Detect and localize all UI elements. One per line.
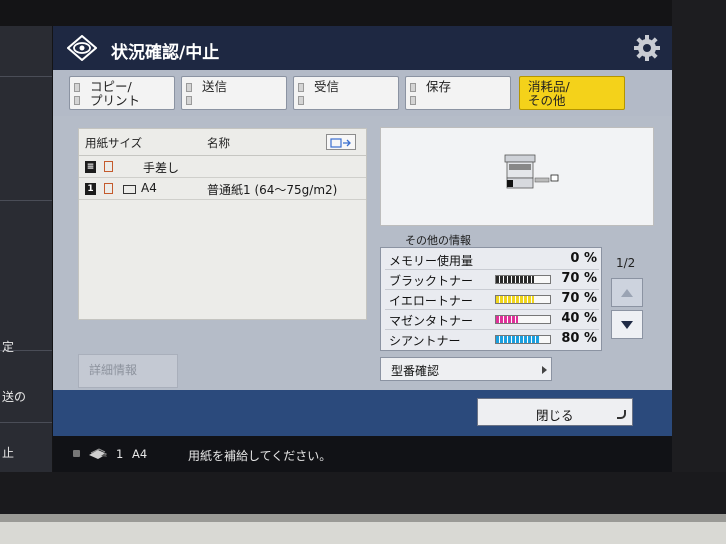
left-panel-text: 定: [2, 340, 15, 354]
list-item: メモリー使用量 0 %: [385, 250, 599, 270]
printer-preview: [380, 127, 654, 226]
arrow-down-icon: [621, 321, 633, 329]
status-paper-size: A4: [132, 447, 148, 461]
chevron-right-icon: [542, 366, 547, 374]
left-panel-text: 送の: [2, 390, 27, 404]
status-message: 用紙を補給してください。: [188, 449, 332, 463]
status-bar: 1 A4 用紙を補給してください。: [53, 436, 672, 472]
paper-list-header: 用紙サイズ 名称: [79, 129, 366, 156]
list-item: シアントナー 80 %: [385, 330, 599, 349]
info-percent: 70 %: [561, 291, 597, 306]
table-row[interactable]: 1 A4 普通紙1 (64〜75g/m2): [79, 178, 366, 200]
info-label: メモリー使用量: [389, 254, 474, 268]
toner-gauge: [495, 275, 551, 284]
tray-slot-icon: ≡: [85, 161, 96, 173]
toner-level-fill: [496, 296, 534, 303]
toner-gauge: [495, 315, 551, 324]
paper-settings-button[interactable]: [326, 134, 356, 150]
tab-label: 送信: [202, 79, 228, 94]
tab-indicator: [410, 83, 416, 92]
list-item: ブラックトナー 70 %: [385, 270, 599, 290]
paper-tray-icon: [104, 161, 113, 172]
tab-indicator: [410, 96, 416, 105]
list-item: マゼンタトナー 40 %: [385, 310, 599, 330]
tab-label: 受信: [314, 79, 340, 94]
tray-slot-number: 1: [85, 183, 96, 195]
paper-name: 普通紙1 (64〜75g/m2): [207, 183, 338, 197]
paper-stack-icon: [89, 448, 107, 459]
toner-level-fill: [496, 316, 518, 323]
device-paper-edge: [0, 514, 726, 544]
info-percent: 80 %: [561, 331, 597, 346]
column-header-name: 名称: [207, 136, 230, 150]
column-header-size: 用紙サイズ: [85, 136, 143, 150]
gear-icon[interactable]: [633, 34, 661, 62]
close-button[interactable]: 閉じる: [477, 398, 633, 426]
list-item: イエロートナー 70 %: [385, 290, 599, 310]
eye-diamond-icon: [67, 35, 97, 61]
paper-size: A4: [141, 181, 157, 195]
other-info-heading: その他の情報: [405, 234, 471, 247]
tab-indicator: [298, 96, 304, 105]
info-label: シアントナー: [389, 334, 461, 348]
info-label: イエロートナー: [389, 294, 473, 308]
model-check-label: 型番確認: [391, 364, 440, 378]
status-tray-number: 1: [116, 447, 124, 461]
left-adjacent-panel: 定 送の 止: [0, 26, 52, 472]
tab-store[interactable]: 保存: [405, 76, 511, 110]
tab-indicator: [74, 83, 80, 92]
paper-feed-icon: [330, 138, 351, 148]
info-percent: 40 %: [561, 311, 597, 326]
toner-gauge: [495, 335, 551, 344]
title-bar: 状況確認/中止: [53, 26, 672, 70]
toner-level-fill: [496, 336, 540, 343]
paper-tray-icon: [104, 183, 113, 194]
detail-info-button[interactable]: 詳細情報: [78, 354, 178, 388]
touch-screen: 状況確認/中止 コピー/ プリント 送信 受信 保存 消耗品/ その他 用紙サイ…: [53, 26, 672, 472]
tab-consumables-other[interactable]: 消耗品/ その他: [519, 76, 625, 110]
toner-gauge: [495, 295, 551, 304]
tab-label: コピー/ プリント: [90, 79, 141, 108]
other-info-list: メモリー使用量 0 % ブラックトナー 70 % イエロートナー 70 % マゼ…: [380, 247, 602, 351]
tab-indicator: [186, 96, 192, 105]
info-percent: 0 %: [570, 251, 597, 266]
printer-icon: [504, 154, 559, 189]
scroll-down-button[interactable]: [611, 310, 643, 339]
tab-label: 消耗品/ その他: [528, 79, 570, 108]
detail-info-label: 詳細情報: [89, 363, 138, 377]
tab-send[interactable]: 送信: [181, 76, 287, 110]
device-bezel: [672, 0, 726, 544]
scroll-up-button[interactable]: [611, 278, 643, 307]
tab-indicator: [186, 83, 192, 92]
tab-label: 保存: [426, 79, 452, 94]
page-indicator: 1/2: [616, 256, 636, 270]
page-title: 状況確認/中止: [111, 43, 220, 63]
model-check-button[interactable]: 型番確認: [380, 357, 552, 381]
tab-copy-print[interactable]: コピー/ プリント: [69, 76, 175, 110]
footer-action-bar: 閉じる: [53, 390, 672, 436]
divider: [0, 422, 52, 423]
paper-list: 用紙サイズ 名称 ≡ 手差し 1 A4 普通紙1 (64〜75g/m2): [78, 128, 367, 320]
toner-level-fill: [496, 276, 534, 283]
close-label: 閉じる: [536, 408, 574, 423]
divider: [0, 76, 52, 77]
paper-name: 手差し: [143, 161, 180, 175]
tab-receive[interactable]: 受信: [293, 76, 399, 110]
info-label: ブラックトナー: [389, 274, 474, 288]
left-panel-text: 止: [2, 446, 15, 460]
return-corner-icon: [617, 410, 626, 419]
tab-indicator: [74, 96, 80, 105]
paper-orientation-icon: [123, 185, 136, 194]
arrow-up-icon: [621, 289, 633, 297]
main-content: 用紙サイズ 名称 ≡ 手差し 1 A4 普通紙1 (64〜75g/m2) 詳細情…: [53, 116, 672, 390]
lock-icon: [73, 450, 80, 457]
info-percent: 70 %: [561, 271, 597, 286]
tab-bar: コピー/ プリント 送信 受信 保存 消耗品/ その他: [53, 70, 672, 116]
table-row[interactable]: ≡ 手差し: [79, 156, 366, 178]
divider: [0, 200, 52, 201]
tab-indicator: [298, 83, 304, 92]
info-label: マゼンタトナー: [389, 314, 474, 328]
